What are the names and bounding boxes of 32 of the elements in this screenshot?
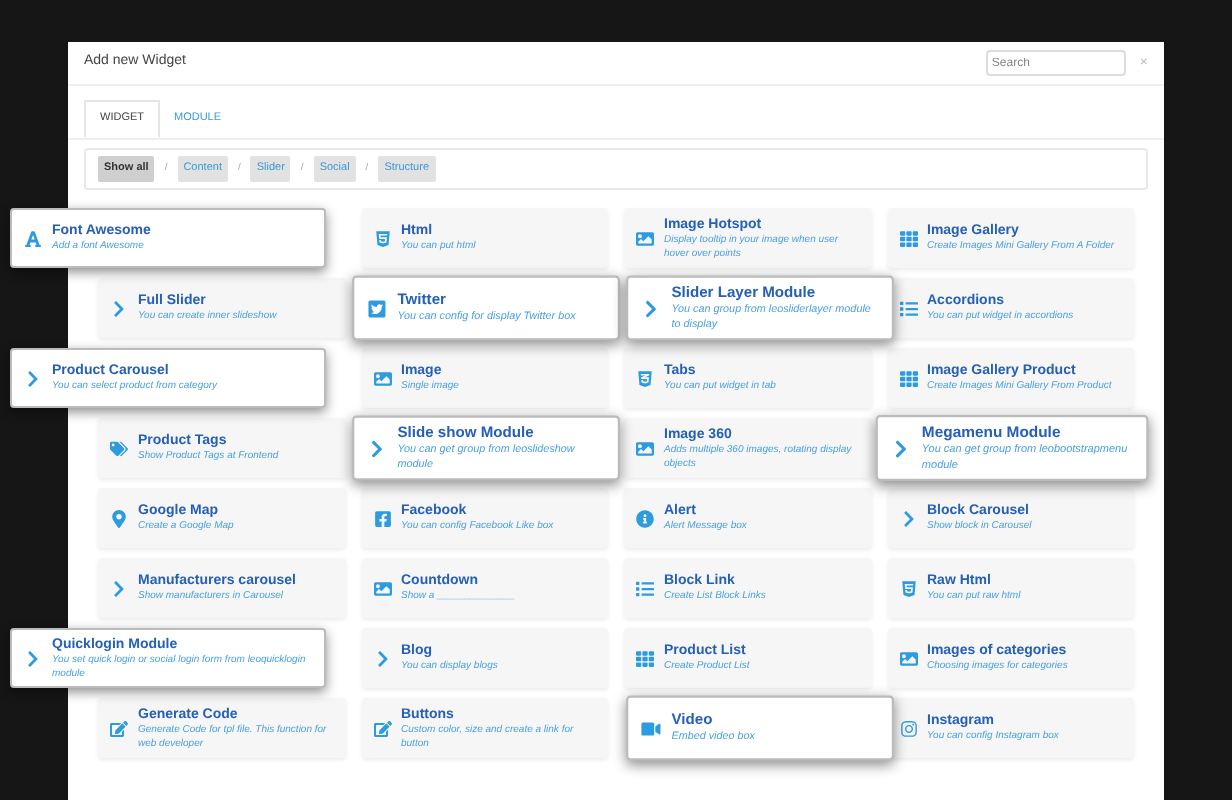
image-icon bbox=[373, 369, 391, 387]
chevron-icon bbox=[373, 649, 391, 667]
grid-icon bbox=[636, 649, 654, 667]
grid-icon bbox=[899, 229, 917, 247]
chevron-icon bbox=[890, 438, 910, 458]
video-camera-icon bbox=[641, 718, 661, 738]
image-icon bbox=[373, 579, 391, 597]
edit-icon bbox=[373, 719, 391, 737]
shield-icon bbox=[373, 229, 391, 247]
bird-icon bbox=[366, 298, 386, 318]
chevron-icon bbox=[641, 298, 661, 318]
edit-icon bbox=[110, 719, 128, 737]
image-icon bbox=[899, 649, 917, 667]
chevron-icon bbox=[110, 299, 128, 317]
shield-icon bbox=[636, 369, 654, 387]
chevron-icon bbox=[366, 438, 386, 458]
image-icon bbox=[636, 439, 654, 457]
grid-icon bbox=[899, 369, 917, 387]
list-icon bbox=[899, 299, 917, 317]
chevron-icon bbox=[24, 369, 42, 387]
list-icon bbox=[636, 579, 654, 597]
facebook-icon bbox=[373, 509, 391, 527]
tags-icon bbox=[110, 439, 128, 457]
chevron-icon bbox=[110, 579, 128, 597]
info-icon bbox=[636, 509, 654, 527]
image-icon bbox=[636, 229, 654, 247]
chevron-icon bbox=[899, 509, 917, 527]
map-pin-icon bbox=[110, 509, 128, 527]
letter-icon bbox=[24, 229, 42, 247]
shield-icon bbox=[899, 579, 917, 597]
chevron-icon bbox=[24, 649, 42, 667]
camera-icon bbox=[899, 719, 917, 737]
